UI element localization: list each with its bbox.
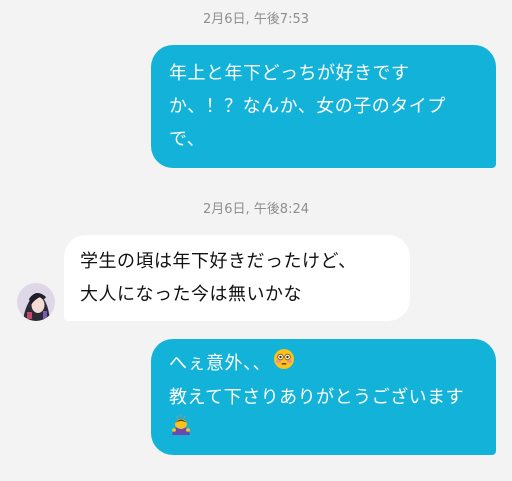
flushed-face-emoji-icon xyxy=(273,348,295,381)
message-line: 学生の頃は年下好きだったけど、 xyxy=(80,251,357,272)
sent-message-bubble[interactable]: 年上と年下どっちが好きです か、！？なんか、女の子のタイプ で、 xyxy=(151,45,496,168)
message-line: 大人になった今は無いかな xyxy=(80,284,302,305)
message-timestamp: 2月6日, 午後8:24 xyxy=(203,202,309,217)
contact-avatar[interactable] xyxy=(17,283,55,321)
message-line: か、！？なんか、女の子のタイプ xyxy=(169,96,446,117)
message-line: 年上と年下どっちが好きです xyxy=(169,63,410,84)
sent-message-bubble[interactable]: へぇ意外、、 教えて下さりありがとうございます xyxy=(151,339,496,455)
bowing-person-emoji-icon xyxy=(169,414,193,447)
message-text: へぇ意外、、 xyxy=(169,353,271,374)
avatar-image xyxy=(17,283,55,321)
message-line: で、 xyxy=(169,129,206,150)
message-line: へぇ意外、、 xyxy=(169,347,480,381)
message-line: 教えて下さりありがとうございます xyxy=(169,386,465,408)
message-line xyxy=(169,414,480,448)
received-message-bubble[interactable]: 学生の頃は年下好きだったけど、 大人になった今は無いかな xyxy=(64,235,410,321)
message-timestamp: 2月6日, 午後7:53 xyxy=(203,12,309,27)
